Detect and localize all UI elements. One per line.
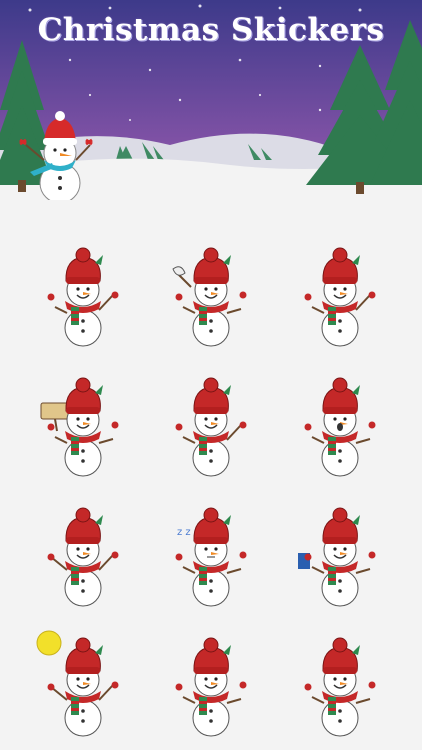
snowman-waving[interactable] [33,235,133,350]
svg-text:z z: z z [177,527,191,538]
snowman-icon [47,507,119,607]
snowman-with-axe[interactable] [161,235,261,350]
snowman-icon [304,377,376,477]
snowman-icon [175,637,247,737]
app-title: Christmas Skickers [37,12,385,48]
snowman-icon [304,247,376,347]
snowman-shocked[interactable] [290,365,390,480]
snowman-pointing[interactable] [161,625,261,740]
snowman-with-moon[interactable] [33,625,133,740]
snowman-winking[interactable] [290,235,390,350]
snowman-icon [175,377,247,477]
snowman-icon: z z [175,507,247,607]
header-banner: Christmas Skickers [0,0,422,200]
snowman-icon [304,637,376,737]
snowman-icon [36,630,119,737]
snowman-reading[interactable] [290,495,390,610]
snowman-sleeping[interactable]: z z [161,495,261,610]
snowman-icon [172,247,247,347]
snowman-icon [47,247,119,347]
snowman-laughing[interactable] [33,495,133,610]
snowman-thumbs-up[interactable] [290,625,390,740]
snowman-icon [298,507,376,607]
snowman-icon [40,377,119,477]
snowman-sunglasses[interactable] [161,365,261,480]
snowman-with-sign[interactable] [33,365,133,480]
